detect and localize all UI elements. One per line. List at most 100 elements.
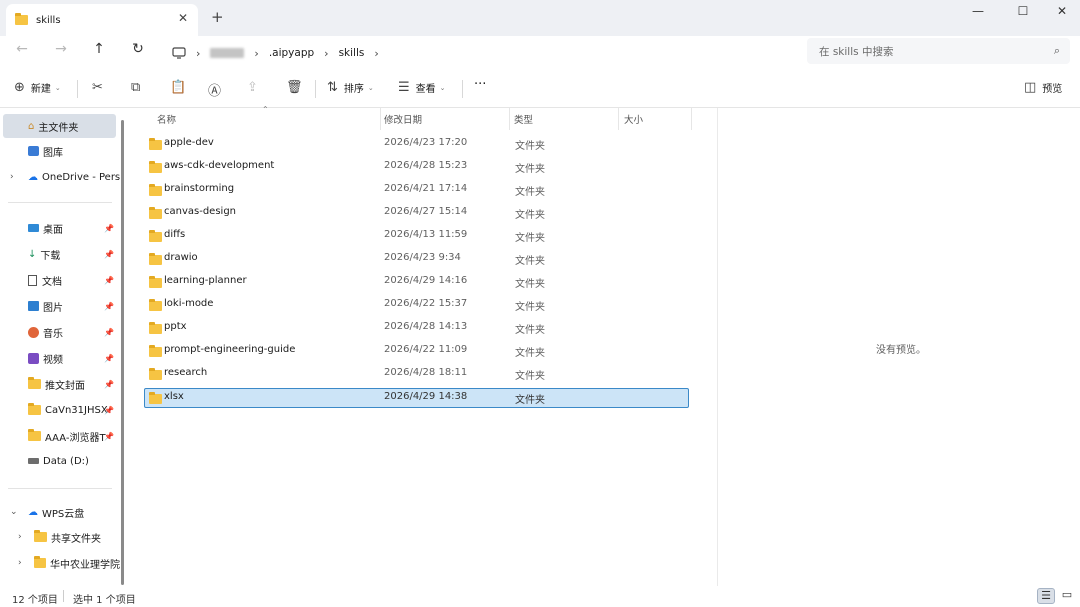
- up-button[interactable]: ↑: [88, 41, 110, 57]
- sidebar-item-folder[interactable]: AAA-浏览器T 📌: [0, 424, 120, 448]
- sidebar-item-folder[interactable]: CaVn31JHSX 📌: [0, 398, 120, 422]
- sidebar-item-home[interactable]: ⌂ 主文件夹: [3, 114, 116, 138]
- file-row[interactable]: pptx 2026/4/28 14:13 文件夹: [144, 318, 689, 338]
- details-view-icon[interactable]: ☰: [1037, 588, 1055, 604]
- file-row[interactable]: drawio 2026/4/23 9:34 文件夹: [144, 249, 689, 269]
- file-row[interactable]: aws-cdk-development 2026/4/28 15:23 文件夹: [144, 157, 689, 177]
- file-row[interactable]: prompt-engineering-guide 2026/4/22 11:09…: [144, 341, 689, 361]
- sidebar-item-label: OneDrive - Pers: [42, 171, 120, 183]
- paste-icon[interactable]: 📋: [170, 80, 186, 95]
- chevron-right-icon[interactable]: ›: [10, 172, 14, 182]
- sidebar-item-documents[interactable]: 文档 📌: [0, 268, 120, 292]
- column-divider[interactable]: [618, 108, 619, 130]
- file-row[interactable]: canvas-design 2026/4/27 15:14 文件夹: [144, 203, 689, 223]
- sidebar-item-gallery[interactable]: 图库: [0, 139, 120, 163]
- tiles-view-icon[interactable]: ▭: [1058, 588, 1076, 604]
- folder-icon: [28, 403, 41, 415]
- file-row[interactable]: apple-dev 2026/4/23 17:20 文件夹: [144, 134, 689, 154]
- sidebar-item-music[interactable]: 音乐 📌: [0, 320, 120, 344]
- file-row[interactable]: brainstorming 2026/4/21 17:14 文件夹: [144, 180, 689, 200]
- search-input[interactable]: 在 skills 中搜索 ⌕: [807, 38, 1070, 64]
- sidebar-item-label: 推文封面: [45, 380, 85, 392]
- sidebar-item-folder[interactable]: 推文封面 📌: [0, 372, 120, 396]
- sort-button[interactable]: ⇅ 排序 ⌄: [327, 80, 374, 95]
- preview-pane-icon: ◫: [1024, 80, 1037, 95]
- pin-icon[interactable]: 📌: [104, 380, 114, 389]
- back-button[interactable]: ←: [11, 41, 33, 57]
- file-row-selected[interactable]: xlsx 2026/4/29 14:38 文件夹: [144, 388, 689, 408]
- sidebar-item-wps[interactable]: ⌄ ☁ WPS云盘: [0, 500, 120, 524]
- forward-button[interactable]: →: [50, 41, 72, 57]
- chevron-right-icon[interactable]: ›: [18, 532, 22, 542]
- desktop-icon: [28, 224, 39, 232]
- delete-icon[interactable]: 🗑: [286, 80, 303, 95]
- sidebar-item-drive-d[interactable]: Data (D:): [0, 449, 120, 473]
- view-label: 查看: [415, 84, 436, 95]
- search-icon: ⌕: [1053, 44, 1060, 57]
- file-row[interactable]: diffs 2026/4/13 11:59 文件夹: [144, 226, 689, 246]
- close-tab-icon[interactable]: ✕: [178, 11, 188, 25]
- pin-icon[interactable]: 📌: [104, 224, 114, 233]
- refresh-button[interactable]: ↻: [127, 41, 149, 57]
- file-row[interactable]: learning-planner 2026/4/29 14:16 文件夹: [144, 272, 689, 292]
- more-options-button[interactable]: ···: [474, 77, 486, 92]
- file-modified: 2026/4/29 14:38: [384, 391, 468, 402]
- cut-icon[interactable]: ✂: [92, 80, 103, 95]
- sidebar-item-desktop[interactable]: 桌面 📌: [0, 216, 120, 240]
- breadcrumb-user[interactable]: [210, 48, 245, 58]
- sidebar-item-pictures[interactable]: 图片 📌: [0, 294, 120, 318]
- pin-icon[interactable]: 📌: [104, 276, 114, 285]
- sidebar-scrollbar[interactable]: [121, 120, 124, 585]
- minimize-button[interactable]: —: [963, 4, 993, 18]
- view-button[interactable]: ☰ 查看 ⌄: [398, 80, 446, 95]
- column-header-type[interactable]: 类型: [514, 112, 533, 126]
- close-window-button[interactable]: ✕: [1047, 4, 1077, 18]
- file-modified: 2026/4/28 15:23: [384, 160, 468, 171]
- pin-icon[interactable]: 📌: [104, 406, 114, 415]
- column-divider[interactable]: [509, 108, 510, 130]
- new-button[interactable]: ⊕ 新建 ⌄: [14, 80, 61, 95]
- pin-icon[interactable]: 📌: [104, 328, 114, 337]
- navigation-pane: ⌂ 主文件夹 图库 › ☁ OneDrive - Pers 桌面 📌 ↓ 下载 …: [0, 108, 130, 586]
- copy-icon[interactable]: ⧉: [131, 80, 140, 95]
- file-type: 文件夹: [515, 141, 545, 152]
- status-divider: [63, 590, 64, 602]
- preview-pane-button[interactable]: ◫ 预览: [1024, 80, 1062, 95]
- file-modified: 2026/4/29 14:16: [384, 275, 468, 286]
- sidebar-item-onedrive[interactable]: › ☁ OneDrive - Pers: [0, 165, 120, 189]
- sidebar-item-folder[interactable]: › 华中农业理学院: [0, 551, 120, 575]
- pin-icon[interactable]: 📌: [104, 250, 114, 259]
- pin-icon[interactable]: 📌: [104, 302, 114, 311]
- file-name: apple-dev: [164, 137, 214, 148]
- file-modified: 2026/4/22 15:37: [384, 298, 468, 309]
- column-divider[interactable]: [691, 108, 692, 130]
- sidebar-item-shared-folder[interactable]: › 共享文件夹: [0, 525, 120, 549]
- column-header-size[interactable]: 大小: [624, 112, 643, 126]
- music-icon: [28, 326, 39, 338]
- breadcrumb-skills[interactable]: skills: [339, 47, 365, 59]
- breadcrumb[interactable]: › › .aipyapp › skills ›: [162, 39, 798, 67]
- column-header-modified[interactable]: 修改日期: [384, 112, 422, 126]
- rename-icon[interactable]: Ⓐ: [208, 80, 221, 99]
- chevron-right-icon[interactable]: ›: [18, 558, 22, 568]
- sidebar-item-videos[interactable]: 视频 📌: [0, 346, 120, 370]
- folder-icon: [149, 207, 162, 219]
- tab-skills[interactable]: skills ✕: [6, 4, 198, 36]
- share-icon[interactable]: ⇪: [247, 80, 258, 95]
- pin-icon[interactable]: 📌: [104, 354, 114, 363]
- chevron-down-icon[interactable]: ⌄: [10, 507, 18, 517]
- breadcrumb-separator: ›: [374, 46, 379, 60]
- file-row[interactable]: research 2026/4/28 18:11 文件夹: [144, 364, 689, 384]
- maximize-button[interactable]: ☐: [1008, 4, 1038, 18]
- pictures-icon: [28, 301, 39, 311]
- toolbar-divider: [77, 80, 78, 98]
- folder-icon: [149, 253, 162, 265]
- column-header-name[interactable]: 名称: [157, 112, 176, 126]
- new-tab-button[interactable]: +: [211, 8, 224, 26]
- gallery-icon: [28, 146, 39, 156]
- sidebar-item-downloads[interactable]: ↓ 下载 📌: [0, 242, 120, 266]
- pin-icon[interactable]: 📌: [104, 432, 114, 441]
- breadcrumb-aipyapp[interactable]: .aipyapp: [269, 47, 314, 59]
- column-divider[interactable]: [380, 108, 381, 130]
- file-row[interactable]: loki-mode 2026/4/22 15:37 文件夹: [144, 295, 689, 315]
